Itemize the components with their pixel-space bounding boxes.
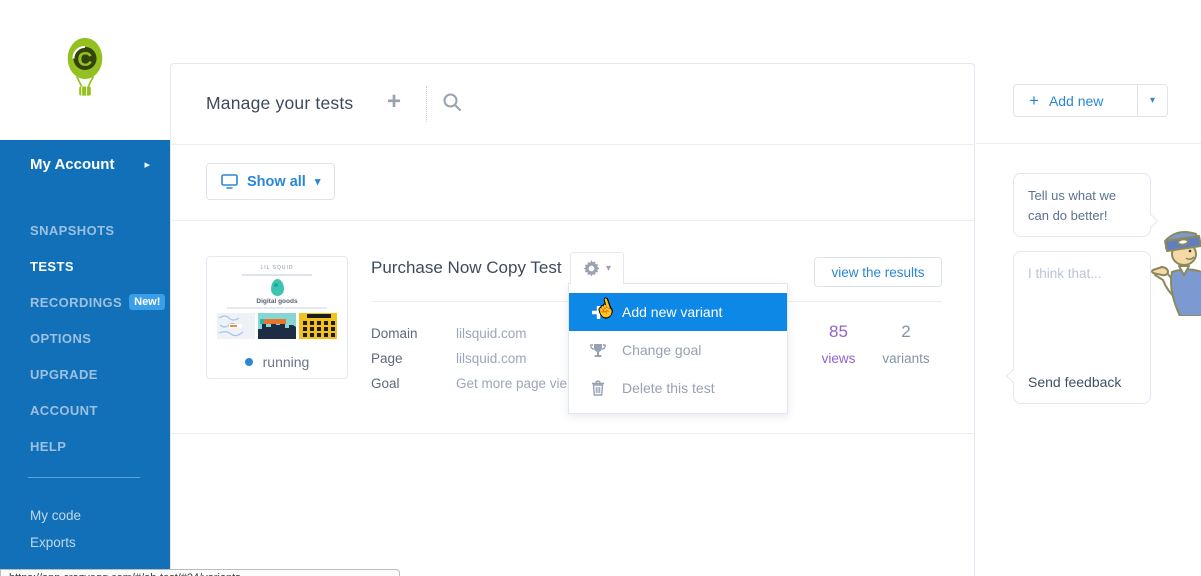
nav-label: UPGRADE bbox=[30, 366, 98, 382]
section-divider bbox=[171, 144, 974, 145]
sidebar-nav-panel: My Account ▸ SNAPSHOTS TESTS RECORDINGS … bbox=[0, 140, 170, 576]
mascot-illustration bbox=[1151, 231, 1201, 316]
sidebar-nav: SNAPSHOTS TESTS RECORDINGS New! OPTIONS … bbox=[0, 212, 170, 464]
status-bar: https://app.crazyegg.com/#/ab-test/#24/v… bbox=[0, 569, 400, 576]
preview-subtext-bar bbox=[227, 307, 327, 309]
menu-label: Change goal bbox=[622, 342, 702, 358]
sidebar-item-snapshots[interactable]: SNAPSHOTS bbox=[0, 212, 170, 248]
sidebar-item-recordings[interactable]: RECORDINGS New! bbox=[0, 284, 170, 320]
field-label: Page bbox=[371, 351, 403, 366]
show-all-dropdown[interactable]: Show all ▾ bbox=[206, 163, 336, 200]
new-badge: New! bbox=[129, 294, 166, 310]
preview-heading: Digital goods bbox=[256, 298, 298, 305]
sidebar: C My Account ▸ SNAPSHOTS TESTS RECORDING… bbox=[0, 0, 170, 576]
sidebar-item-account[interactable]: ACCOUNT bbox=[0, 392, 170, 428]
nav-label: RECORDINGS bbox=[30, 294, 123, 310]
caret-down-icon: ▾ bbox=[605, 263, 612, 274]
field-label: Goal bbox=[371, 376, 400, 391]
feedback-widget: Send feedback bbox=[1005, 251, 1151, 404]
nav-label: SNAPSHOTS bbox=[30, 222, 115, 238]
preview-site-name: LIL SQUID bbox=[260, 265, 294, 271]
nav-label: ACCOUNT bbox=[30, 402, 98, 418]
balloon-logo-icon: C bbox=[67, 37, 103, 96]
variants-stat: 2 variants bbox=[866, 322, 946, 366]
rail-divider bbox=[976, 143, 1201, 144]
menu-label: Add new variant bbox=[622, 304, 723, 320]
field-value: Get more page vie bbox=[456, 376, 568, 391]
views-label: views bbox=[821, 351, 856, 366]
view-results-button[interactable]: view the results bbox=[814, 257, 942, 287]
trash-icon bbox=[589, 380, 607, 396]
brand-logo[interactable]: C bbox=[0, 0, 170, 140]
status-label: running bbox=[262, 354, 310, 370]
status-dot-icon bbox=[244, 358, 253, 366]
test-settings-dropdown-trigger[interactable]: ▾ bbox=[570, 252, 624, 284]
sketch-tile bbox=[217, 313, 255, 339]
field-value: lilsquid.com bbox=[456, 326, 527, 341]
caret-down-icon: ▾ bbox=[1149, 95, 1156, 106]
section-divider bbox=[171, 433, 974, 434]
sidebar-footer: My code Exports bbox=[0, 502, 170, 556]
bubble-tail bbox=[1005, 368, 1021, 384]
caret-down-icon: ▾ bbox=[314, 176, 321, 188]
test-thumbnail[interactable]: LIL SQUID Digital goods running bbox=[206, 256, 348, 379]
status-url: https://app.crazyegg.com/#/ab-test/#24/v… bbox=[9, 572, 241, 576]
nav-label: TESTS bbox=[30, 258, 74, 274]
test-settings-menu: Add new variant ☝ Change goal Delete thi… bbox=[568, 283, 788, 414]
feedback-prompt-text: Tell us what we can do better! bbox=[1028, 188, 1117, 224]
gear-icon bbox=[583, 260, 600, 277]
add-new-button[interactable]: + Add new ▾ bbox=[1013, 84, 1168, 117]
figures-tile bbox=[299, 313, 337, 339]
section-divider bbox=[171, 220, 974, 221]
add-new-label: Add new bbox=[1048, 92, 1104, 109]
menu-label: Delete this test bbox=[622, 380, 715, 396]
menu-item-add-new-variant[interactable]: Add new variant ☝ bbox=[569, 293, 787, 331]
add-test-icon[interactable]: + bbox=[382, 90, 406, 114]
monitor-icon bbox=[221, 174, 238, 189]
plus-icon: + bbox=[1029, 90, 1039, 110]
preview-egg-logo bbox=[270, 279, 284, 296]
send-feedback-button[interactable]: Send feedback bbox=[1028, 374, 1121, 390]
header-divider bbox=[426, 86, 427, 122]
sidebar-item-options[interactable]: OPTIONS bbox=[0, 320, 170, 356]
page-title: Manage your tests bbox=[206, 93, 354, 113]
show-all-label: Show all bbox=[247, 173, 306, 190]
sidebar-item-my-code[interactable]: My code bbox=[0, 502, 170, 529]
nav-label: OPTIONS bbox=[30, 330, 92, 346]
cursor-hand-icon: ☝ bbox=[592, 296, 619, 321]
menu-item-delete-test[interactable]: Delete this test bbox=[569, 369, 787, 407]
preview-image-tiles bbox=[212, 313, 342, 339]
sidebar-item-tests[interactable]: TESTS bbox=[0, 248, 170, 284]
trophy-icon bbox=[589, 343, 607, 358]
feedback-prompt-bubble: Tell us what we can do better! bbox=[1013, 173, 1159, 237]
add-new-main: + Add new bbox=[1014, 85, 1137, 116]
search-icon[interactable] bbox=[442, 92, 462, 117]
city-tile bbox=[258, 313, 296, 339]
chevron-right-icon: ▸ bbox=[144, 158, 150, 171]
sidebar-item-upgrade[interactable]: UPGRADE bbox=[0, 356, 170, 392]
site-preview: LIL SQUID Digital goods bbox=[212, 262, 342, 346]
variants-count: 2 bbox=[901, 322, 911, 341]
test-status: running bbox=[212, 354, 342, 370]
menu-item-change-goal[interactable]: Change goal bbox=[569, 331, 787, 369]
feedback-input[interactable] bbox=[1014, 252, 1150, 362]
sidebar-item-exports[interactable]: Exports bbox=[0, 529, 170, 556]
nav-label: HELP bbox=[30, 438, 67, 454]
test-title: Purchase Now Copy Test bbox=[371, 258, 562, 277]
sidebar-item-my-account[interactable]: My Account ▸ bbox=[0, 140, 170, 188]
app-window: C My Account ▸ SNAPSHOTS TESTS RECORDING… bbox=[0, 0, 1201, 576]
views-count: 85 bbox=[829, 322, 848, 341]
views-stat: 85 views bbox=[801, 322, 876, 366]
variants-label: variants bbox=[882, 351, 930, 366]
sidebar-item-help[interactable]: HELP bbox=[0, 428, 170, 464]
add-new-caret[interactable]: ▾ bbox=[1137, 85, 1167, 116]
field-label: Domain bbox=[371, 326, 418, 341]
svg-text:C: C bbox=[78, 48, 93, 71]
field-value: lilsquid.com bbox=[456, 351, 527, 366]
sidebar-divider bbox=[28, 477, 140, 478]
my-account-label: My Account bbox=[30, 155, 115, 173]
preview-nav-bar bbox=[242, 274, 312, 276]
